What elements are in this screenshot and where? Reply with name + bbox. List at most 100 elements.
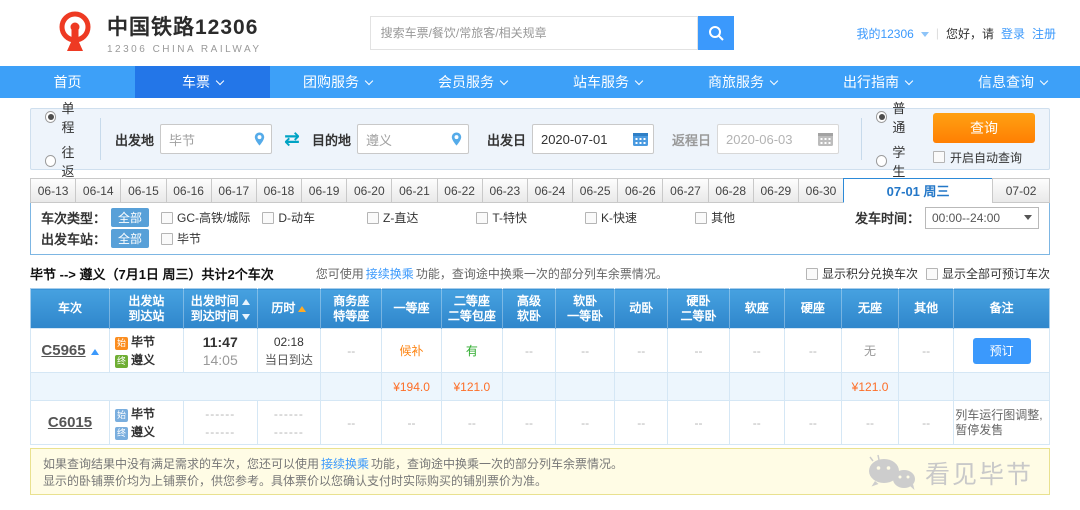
filter-type-k-option[interactable]: K-快速 xyxy=(585,209,637,226)
depart-time-select[interactable]: 00:00--24:00 xyxy=(925,206,1039,229)
start-station-badge: 始 xyxy=(115,336,129,350)
auto-query-checkbox[interactable] xyxy=(932,151,945,163)
date-tab-06-24[interactable]: 06-24 xyxy=(526,178,574,203)
date-tab-06-18[interactable]: 06-18 xyxy=(255,178,303,203)
date-tab-06-22[interactable]: 06-22 xyxy=(436,178,483,203)
show-points-checkbox[interactable] xyxy=(805,267,818,280)
normal-passenger-option[interactable]: 普通 xyxy=(875,98,917,136)
sort-asc-icon[interactable] xyxy=(241,298,250,305)
date-tab-06-28[interactable]: 06-28 xyxy=(707,178,754,203)
date-tab-06-14[interactable]: 06-14 xyxy=(75,178,122,203)
location-pin-icon[interactable] xyxy=(252,131,267,147)
trip-type-radios: 单程 往返 xyxy=(45,98,86,180)
date-tab-07-01-selected[interactable]: 07-01 周三 xyxy=(843,178,994,203)
nav-item-member-services[interactable]: 会员服务 xyxy=(405,66,540,98)
filter-type-t-option[interactable]: T-特快 xyxy=(476,209,527,226)
divider xyxy=(860,118,862,160)
query-button[interactable]: 查询 xyxy=(932,112,1035,143)
nav-item-info-query[interactable]: 信息查询 xyxy=(945,66,1080,98)
nav-item-travel-guide[interactable]: 出行指南 xyxy=(810,66,945,98)
dong-sleeper-cell: -- xyxy=(614,328,669,373)
adv-soft-sleeper-cell: -- xyxy=(502,400,557,445)
col-times[interactable]: 出发时间 到达时间 xyxy=(183,288,258,329)
date-tab-06-20[interactable]: 06-20 xyxy=(346,178,393,203)
transfer-link[interactable]: 接续换乘 xyxy=(366,267,414,281)
student-passenger-option[interactable]: 学生 xyxy=(875,142,917,180)
col-train-no[interactable]: 车次 xyxy=(30,288,111,329)
filter-type-other-option[interactable]: 其他 xyxy=(695,209,735,226)
nav-item-group-services[interactable]: 团购服务 xyxy=(270,66,405,98)
filter-type-d-option[interactable]: D-动车 xyxy=(262,209,315,226)
site-title: 中国铁路12306 xyxy=(107,16,259,39)
filter-type-gc-checkbox[interactable] xyxy=(161,211,174,224)
show-all-bookable-option[interactable]: 显示全部可预订车次 xyxy=(925,265,1050,282)
depart-date-label: 出发日 xyxy=(486,132,526,148)
train-row-c6015: C6015 始毕节 终遵义 ------ ------ ------ -----… xyxy=(29,400,1050,445)
filter-station-bijie-option[interactable]: 毕节 xyxy=(161,230,201,247)
collapse-arrow-icon[interactable] xyxy=(90,349,99,355)
filter-type-other-checkbox[interactable] xyxy=(695,211,708,224)
adv-soft-sleeper-cell: -- xyxy=(502,328,557,373)
swap-stations-icon[interactable]: ⇄ xyxy=(284,130,300,149)
train-number-link[interactable]: C6015 xyxy=(48,414,92,431)
col-duration[interactable]: 历时 xyxy=(257,288,322,329)
nav-item-business-travel[interactable]: 商旅服务 xyxy=(675,66,810,98)
date-tab-06-26[interactable]: 06-26 xyxy=(617,178,664,203)
date-tab-06-23[interactable]: 06-23 xyxy=(481,178,528,203)
nav-item-home[interactable]: 首页 xyxy=(0,66,135,98)
sort-desc-icon[interactable] xyxy=(241,313,250,320)
filter-type-z-option[interactable]: Z-直达 xyxy=(367,209,418,226)
filter-type-z-checkbox[interactable] xyxy=(367,211,380,224)
date-tab-06-30[interactable]: 06-30 xyxy=(797,178,845,203)
show-all-bookable-checkbox[interactable] xyxy=(925,267,938,280)
to-label: 目的地 xyxy=(311,132,351,148)
round-trip-radio[interactable] xyxy=(45,155,57,167)
filter-type-d-checkbox[interactable] xyxy=(262,211,275,224)
student-passenger-radio[interactable] xyxy=(875,155,888,167)
book-button[interactable]: 预订 xyxy=(972,337,1031,364)
search-button[interactable] xyxy=(697,16,734,50)
date-tab-06-21[interactable]: 06-21 xyxy=(391,178,438,203)
round-trip-option[interactable]: 往返 xyxy=(45,142,86,180)
depart-station-filter-row: 出发车站： 全部 毕节 xyxy=(41,228,1039,249)
date-tab-06-29[interactable]: 06-29 xyxy=(752,178,799,203)
nav-label: 团购服务 xyxy=(303,74,359,90)
col-stations: 出发站 到达站 xyxy=(109,288,184,329)
show-points-option[interactable]: 显示积分兑换车次 xyxy=(805,265,918,282)
login-link[interactable]: 登录 xyxy=(1001,25,1025,42)
register-link[interactable]: 注册 xyxy=(1032,25,1056,42)
date-tab-06-25[interactable]: 06-25 xyxy=(572,178,619,203)
one-way-option[interactable]: 单程 xyxy=(45,98,86,136)
train-type-all-badge[interactable]: 全部 xyxy=(111,208,150,227)
round-trip-label: 往返 xyxy=(61,145,75,179)
location-pin-icon[interactable] xyxy=(449,131,464,147)
auto-query-option[interactable]: 开启自动查询 xyxy=(932,149,1022,166)
date-tab-06-13[interactable]: 06-13 xyxy=(30,178,77,203)
date-tab-07-02[interactable]: 07-02 xyxy=(992,178,1051,203)
date-tab-06-27[interactable]: 06-27 xyxy=(662,178,709,203)
nav-item-tickets[interactable]: 车票 xyxy=(135,66,270,98)
first-class-cell[interactable]: 候补 xyxy=(381,328,442,373)
transfer-link[interactable]: 接续换乘 xyxy=(321,457,369,471)
my-12306-link[interactable]: 我的12306 xyxy=(856,25,913,42)
filter-type-k-checkbox[interactable] xyxy=(585,211,598,224)
calendar-icon[interactable] xyxy=(632,131,649,147)
one-way-radio[interactable] xyxy=(45,111,57,123)
date-tab-06-19[interactable]: 06-19 xyxy=(301,178,348,203)
route-summary: 毕节 --> 遵义（7月1日 周三）共计2个车次 xyxy=(30,267,274,282)
date-tab-06-16[interactable]: 06-16 xyxy=(165,178,212,203)
train-number-link[interactable]: C5965 xyxy=(41,342,85,359)
one-way-label: 单程 xyxy=(61,101,75,135)
date-tab-06-17[interactable]: 06-17 xyxy=(210,178,257,203)
search-input[interactable] xyxy=(369,16,698,50)
filter-type-gc-option[interactable]: GC-高铁/城际 xyxy=(161,209,250,226)
date-tab-06-15[interactable]: 06-15 xyxy=(120,178,167,203)
nav-label: 车票 xyxy=(182,74,210,90)
sort-asc-active-icon[interactable] xyxy=(298,306,307,312)
nav-item-station-services[interactable]: 站车服务 xyxy=(540,66,675,98)
filter-station-bijie-checkbox[interactable] xyxy=(161,232,174,245)
normal-passenger-radio[interactable] xyxy=(875,111,888,123)
divider xyxy=(100,118,101,160)
depart-station-all-badge[interactable]: 全部 xyxy=(111,229,150,248)
filter-type-t-checkbox[interactable] xyxy=(476,211,489,224)
